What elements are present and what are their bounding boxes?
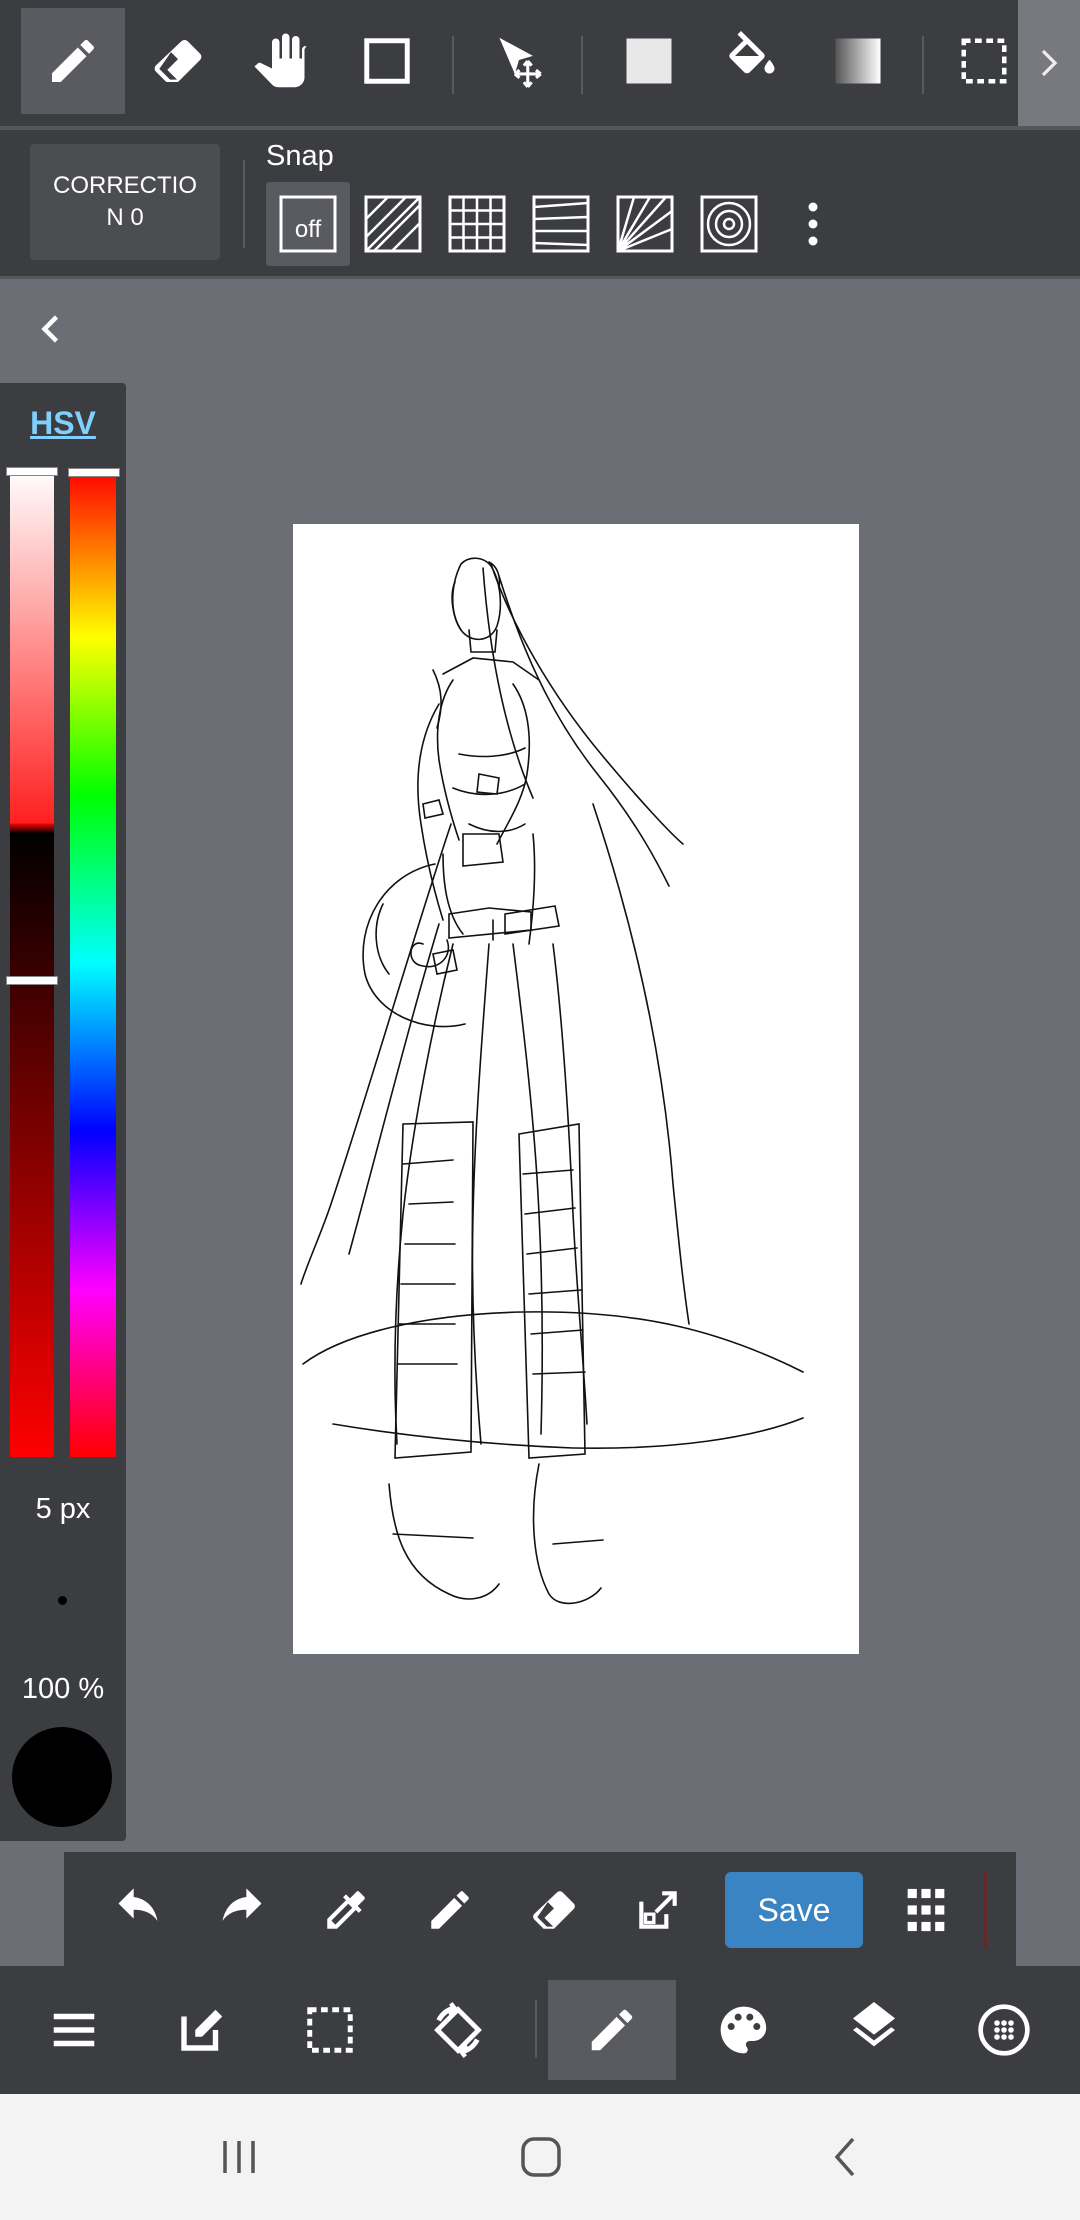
export-icon — [639, 1891, 677, 1929]
recent-apps-icon — [223, 2141, 255, 2173]
nav-selection-button[interactable] — [266, 1980, 394, 2080]
pen-icon — [52, 39, 94, 82]
color-panel: HSV 5 px 100 % — [0, 383, 126, 1841]
quick-pen-button[interactable] — [412, 1872, 488, 1948]
radial-snap-icon — [616, 195, 674, 253]
eyedropper-button[interactable] — [308, 1872, 384, 1948]
back-button[interactable] — [800, 2119, 890, 2195]
current-color-swatch[interactable] — [12, 1727, 112, 1827]
nav-rotate-button[interactable] — [394, 1980, 522, 2080]
snap-off-button[interactable]: off — [266, 182, 350, 266]
opacity-label[interactable]: 100 % — [0, 1673, 126, 1706]
sketch-drawing — [300, 557, 804, 1605]
snap-bar-divider — [0, 276, 1080, 279]
selection-icon — [307, 2007, 353, 2053]
toolbar-scroll-right-button[interactable] — [1018, 0, 1080, 126]
snap-off-icon: off — [279, 195, 337, 253]
nav-palette-button[interactable] — [680, 1980, 808, 2080]
bottom-navigation — [0, 1966, 1080, 2094]
nav-pen-button[interactable] — [548, 1980, 676, 2080]
snap-concentric-button[interactable] — [687, 182, 771, 266]
more-vertical-icon — [808, 202, 818, 246]
concentric-circle-snap-icon — [700, 195, 758, 253]
correction-button[interactable]: CORRECTION 0 — [30, 144, 220, 260]
redo-icon — [222, 1888, 262, 1921]
materials-icon — [978, 2004, 1030, 2056]
brush-size-preview — [58, 1596, 67, 1605]
pen-icon — [591, 2009, 633, 2051]
snap-label: Snap — [266, 140, 334, 172]
rectangle-icon — [364, 38, 410, 84]
eraser-icon — [533, 1891, 575, 1929]
hue-slider[interactable] — [70, 469, 116, 1457]
save-button[interactable]: Save — [725, 1872, 863, 1948]
hand-icon — [254, 33, 307, 88]
nav-layers-button[interactable] — [810, 1980, 938, 2080]
selection-icon — [961, 38, 1007, 84]
move-transform-icon — [499, 37, 542, 88]
top-toolbar — [0, 0, 1080, 126]
collapse-panel-button[interactable] — [28, 305, 76, 353]
eyedropper-icon — [327, 1891, 365, 1929]
eraser-tool-button[interactable] — [126, 8, 230, 114]
chevron-right-icon — [1041, 49, 1058, 77]
nav-menu-button[interactable] — [10, 1980, 138, 2080]
snap-bar: CORRECTION 0 Snap off — [0, 130, 1080, 276]
back-icon — [834, 2137, 855, 2177]
snap-radial-button[interactable] — [603, 182, 687, 266]
layers-icon — [853, 2002, 895, 2047]
export-button[interactable] — [620, 1872, 696, 1948]
quick-eraser-button[interactable] — [516, 1872, 592, 1948]
undo-button[interactable] — [100, 1872, 176, 1948]
saturation-value-slider[interactable] — [10, 467, 54, 1457]
value-slider-handle[interactable] — [6, 976, 58, 985]
snap-perspective-button[interactable] — [519, 182, 603, 266]
snap-parallel-button[interactable] — [351, 182, 435, 266]
edit-icon — [181, 2009, 223, 2051]
chevron-left-icon — [41, 315, 59, 343]
rotate-icon — [434, 2002, 482, 2058]
hue-slider-handle[interactable] — [68, 468, 120, 477]
snap-grid-button[interactable] — [435, 182, 519, 266]
palette-icon — [720, 2006, 767, 2054]
eraser-icon — [154, 40, 202, 82]
gradient-tool-button[interactable] — [806, 8, 910, 114]
rectangle-tool-button[interactable] — [335, 8, 439, 114]
system-navigation-bar — [0, 2094, 1080, 2220]
grid-menu-button[interactable] — [888, 1872, 964, 1948]
fill-rect-icon — [626, 38, 672, 84]
home-icon — [521, 2137, 561, 2177]
move-tool-button[interactable] — [468, 8, 572, 114]
drawing-canvas[interactable] — [293, 524, 859, 1654]
recent-apps-button[interactable] — [194, 2119, 284, 2195]
grid-icon — [907, 1888, 945, 1932]
home-button[interactable] — [496, 2119, 586, 2195]
redo-button[interactable] — [204, 1872, 280, 1948]
fill-rect-tool-button[interactable] — [597, 8, 701, 114]
nav-edit-button[interactable] — [138, 1980, 266, 2080]
pen-icon — [431, 1891, 469, 1929]
snap-off-label: off — [295, 216, 322, 243]
menu-icon — [53, 2013, 95, 2047]
pen-tool-button[interactable] — [21, 8, 125, 114]
hsv-mode-link[interactable]: HSV — [0, 405, 126, 442]
nav-materials-button[interactable] — [940, 1980, 1068, 2080]
grid-snap-icon — [448, 195, 506, 253]
perspective-snap-icon — [532, 195, 590, 253]
parallel-line-snap-icon — [364, 195, 422, 253]
hand-tool-button[interactable] — [230, 8, 334, 114]
bucket-tool-button[interactable] — [700, 8, 804, 114]
brush-size-label[interactable]: 5 px — [0, 1493, 126, 1526]
undo-icon — [118, 1888, 158, 1921]
correction-label: CORRECTION 0 — [53, 172, 197, 231]
action-bar: Save — [64, 1852, 1016, 1966]
snap-more-button[interactable] — [771, 182, 855, 266]
bucket-icon — [729, 31, 775, 74]
saturation-slider-handle[interactable] — [6, 467, 58, 476]
gradient-icon — [835, 38, 881, 84]
